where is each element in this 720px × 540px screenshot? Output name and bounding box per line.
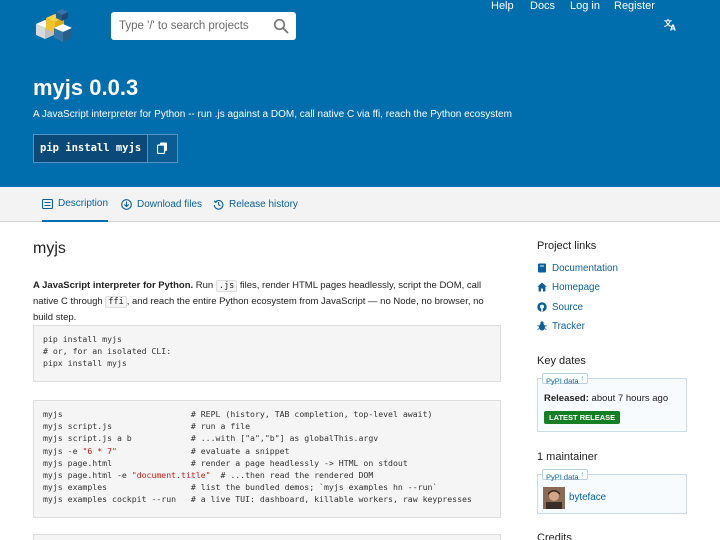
maintainer-heading: 1 maintainer [537, 451, 598, 463]
pypi-data-arrow: ↑ [580, 471, 584, 478]
code-line: myjs # REPL (history, TAB completion, to… [43, 408, 491, 420]
tab-download-files[interactable]: Download files [121, 187, 202, 222]
documentation-link[interactable]: Documentation [537, 261, 618, 275]
tab-release-history-label: Release history [229, 199, 298, 210]
code-string: "6 * 7" [82, 445, 117, 456]
svg-text:A: A [670, 24, 676, 32]
pypi-data-label: PyPI data [546, 472, 579, 482]
code-string: "document.title" [131, 470, 211, 481]
tracker-link-label: Tracker [552, 320, 585, 332]
maintainer-avatar[interactable] [543, 487, 565, 509]
credits-heading: Credits [537, 532, 572, 540]
code-line: pip install myjs [43, 334, 122, 344]
description-intro: A JavaScript interpreter for Python. Run… [33, 278, 503, 325]
pypi-logo-icon[interactable] [32, 9, 74, 43]
code-line: myjs script.js # run a file [43, 420, 491, 432]
code-command: myjs script.js a b [43, 433, 132, 444]
pypi-data-arrow: ↑ [580, 375, 584, 382]
copy-button[interactable] [147, 135, 178, 162]
list-icon [42, 198, 53, 209]
code-command: myjs [43, 409, 63, 419]
code-command: myjs page.html -e [43, 470, 132, 481]
intro-text-1: Run [193, 280, 216, 291]
code-comment: # render a page headlessly -> HTML on st… [190, 457, 408, 468]
code-line: myjs script.js a b # ...with ["a","b"] a… [43, 432, 491, 444]
maintainer-name-link[interactable]: byteface [569, 492, 606, 503]
copy-icon [157, 142, 168, 154]
release-date: Released: about 7 hours ago [544, 393, 668, 404]
code-line: pipx install myjs [43, 358, 127, 369]
nav-help-link[interactable]: Help [491, 0, 514, 12]
github-icon [537, 302, 547, 312]
package-tabs: Description Download files Release histo… [0, 187, 720, 222]
homepage-link-label: Homepage [552, 281, 600, 293]
download-icon [121, 199, 132, 210]
bug-icon [537, 321, 547, 331]
install-code-block: pip install myjs # or, for an isolated C… [33, 325, 501, 382]
code-comment: # ...with ["a","b"] as globalThis.argv [190, 433, 379, 444]
intro-bold-text: A JavaScript interpreter for Python. [33, 280, 194, 291]
code-line: # or, for an isolated CLI: [43, 346, 172, 357]
home-icon [537, 282, 547, 292]
pypi-data-badge[interactable]: PyPI data ↑ [542, 469, 588, 482]
code-line: myjs page.html -e "document.title" # ...… [43, 469, 491, 481]
search-input[interactable] [111, 12, 271, 40]
code-line: myjs examples cockpit --run # a live TUI… [43, 493, 491, 505]
search-icon[interactable] [273, 18, 289, 34]
code-line: myjs examples # list the bundled demos; … [43, 481, 491, 493]
tracker-link[interactable]: Tracker [537, 319, 585, 333]
book-icon [538, 263, 546, 273]
tab-release-history[interactable]: Release history [213, 187, 298, 222]
history-icon [213, 200, 224, 210]
documentation-link-label: Documentation [552, 262, 618, 274]
nav-register-link[interactable]: Register [614, 0, 655, 12]
code-comment: # list the bundled demos; `myjs examples… [190, 482, 438, 493]
pypi-data-label: PyPI data [546, 376, 579, 386]
code-command: myjs script.js [43, 421, 113, 432]
code-command: myjs examples [43, 482, 108, 493]
nav-login-link[interactable]: Log in [570, 0, 600, 12]
search-box [111, 12, 296, 40]
usage-code-block: myjs # REPL (history, TAB completion, to… [33, 400, 501, 518]
released-value: about 7 hours ago [591, 393, 669, 404]
package-title: myjs 0.0.3 [33, 75, 139, 100]
key-dates-heading: Key dates [537, 355, 586, 367]
package-summary: A JavaScript interpreter for Python -- r… [33, 109, 512, 120]
code-comment: # ...then read the rendered DOM [220, 470, 374, 481]
code-line: myjs page.html # render a page headlessl… [43, 457, 491, 469]
code-comment: # a live TUI: dashboard, killable worker… [190, 494, 472, 505]
tab-download-files-label: Download files [137, 199, 203, 210]
project-links-heading: Project links [537, 240, 597, 252]
translate-icon[interactable]: 文 A [664, 18, 677, 31]
code-command: myjs page.html [43, 457, 113, 468]
latest-release-badge: LATEST RELEASE [544, 411, 621, 424]
next-code-block [33, 534, 501, 540]
description-heading: myjs [33, 240, 66, 257]
intro-code-ffi: ffi [105, 296, 127, 308]
top-navigation-bar: Help Docs Log in Register 文 A [0, 0, 720, 52]
homepage-link[interactable]: Homepage [537, 280, 600, 294]
code-line: myjs -e "6 * 7" # evaluate a snippet [43, 445, 491, 457]
pip-install-command[interactable]: pip install myjs [34, 135, 147, 162]
code-command: myjs examples cockpit --run [43, 494, 177, 505]
code-comment: # REPL (history, TAB completion, top-lev… [190, 409, 433, 419]
tab-description-label: Description [58, 198, 109, 209]
source-link[interactable]: Source [537, 300, 583, 314]
code-comment: # evaluate a snippet [190, 445, 290, 456]
package-header: myjs 0.0.3 A JavaScript interpreter for … [0, 52, 720, 187]
tab-description[interactable]: Description [42, 187, 109, 222]
nav-docs-link[interactable]: Docs [530, 0, 555, 12]
code-command: myjs -e [43, 445, 83, 456]
pip-install-box: pip install myjs [33, 134, 179, 163]
avatar-photo-icon [543, 487, 565, 509]
intro-code-js: .js [215, 280, 238, 292]
released-label: Released: [544, 393, 589, 404]
source-link-label: Source [552, 301, 584, 313]
code-comment: # run a file [190, 421, 251, 432]
pypi-data-badge[interactable]: PyPI data ↑ [542, 373, 588, 386]
